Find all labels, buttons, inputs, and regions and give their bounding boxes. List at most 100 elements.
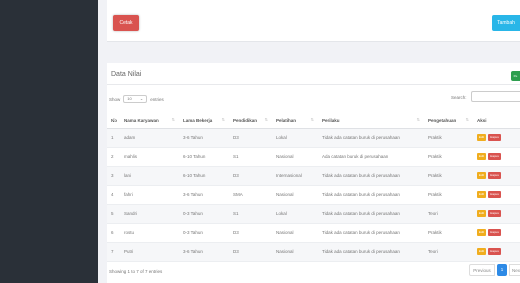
table-cell: 6-10 Tahun [179, 147, 229, 167]
column-header-label: Pelatihan [276, 117, 297, 123]
sort-icon: ⇅ [171, 117, 175, 122]
hapus-button[interactable]: Hapus [488, 134, 501, 141]
length-control: Show 10 ⌄ entries [109, 95, 164, 103]
table-cell: 5 [107, 204, 120, 224]
data-card: Data Nilai Pe Show 10 ⌄ entries Search: … [107, 63, 520, 283]
column-header[interactable]: Pengetahuan ⇅ [424, 113, 473, 129]
table-cell: Tidak ada catatan buruk di perusahaan [318, 242, 424, 262]
table-row: 7 Putri 3-6 Tahun D3 Nasional Tidak ada catat… [107, 242, 520, 262]
table-cell: Praktik [424, 166, 473, 186]
column-header[interactable]: Lama Bekerja ⇅ [179, 113, 229, 129]
table-cell: SMA [229, 185, 272, 205]
hapus-button[interactable]: Hapus [488, 210, 501, 217]
table-cell: Tidak ada catatan buruk di perusahaan [318, 204, 424, 224]
edit-button[interactable]: Edit [477, 229, 486, 236]
table-cell: Praktik [424, 147, 473, 167]
column-header[interactable]: Pendidikan ⇅ [229, 113, 272, 129]
table-row: 3 lani 6-10 Tahun D3 Internasional Tidak ada … [107, 166, 520, 186]
table-cell: Lokal [272, 204, 318, 224]
table-cell: D3 [229, 242, 272, 262]
table-cell: 4 [107, 185, 120, 205]
table-cell: Ada catatan buruk di perusahaan [318, 147, 424, 167]
table-header-row: No ⇅ Nama Karyawan ⇅ Lama Bekerja ⇅ Pendidikan… [107, 113, 520, 129]
table-cell: Tidak ada catatan buruk di perusahaan [318, 223, 424, 243]
top-toolbar: Cetak Tambah [107, 0, 520, 42]
table-cell: 0-3 Tahun [179, 204, 229, 224]
table-row: 1 adam 3-6 Tahun D3 Lokal Tidak ada catatan b… [107, 128, 520, 148]
table-cell: Nasional [272, 185, 318, 205]
table-cell: Teori [424, 242, 473, 262]
actions-cell: Edit Hapus [473, 166, 520, 186]
actions-cell: Edit Hapus [473, 128, 520, 148]
edit-button[interactable]: Edit [477, 248, 486, 255]
table-info: Showing 1 to 7 of 7 entries [109, 269, 163, 274]
sort-icon: ⇅ [221, 117, 225, 122]
table-cell: 1 [107, 128, 120, 148]
column-header-label: Nama Karyawan [124, 117, 159, 123]
table-cell: D3 [229, 166, 272, 186]
table-cell: 3-6 Tahun [179, 242, 229, 262]
table-cell: S1 [229, 204, 272, 224]
hapus-button[interactable]: Hapus [488, 248, 501, 255]
chevron-down-icon: ⌄ [139, 96, 144, 101]
table-cell: mahlis [120, 147, 179, 167]
table-cell: Lokal [272, 128, 318, 148]
sidebar [0, 0, 98, 283]
sort-icon: ⇅ [264, 117, 268, 122]
search-input[interactable] [471, 91, 520, 102]
column-header-label: Perilaku [322, 117, 340, 123]
column-header[interactable]: Aksi [473, 113, 520, 129]
green-action-button[interactable]: Pe [511, 71, 520, 81]
cetak-button[interactable]: Cetak [113, 15, 139, 31]
entries-select-value: 10 [127, 96, 132, 101]
edit-button[interactable]: Edit [477, 134, 486, 141]
table-row: 5 Sandri 0-3 Tahun S1 Lokal Tidak ada catatan… [107, 204, 520, 224]
divider [107, 84, 520, 85]
table-cell: 6 [107, 223, 120, 243]
previous-page-button[interactable]: Previous [469, 264, 495, 276]
table-cell: Sandri [120, 204, 179, 224]
table-row: 4 fahri 3-6 Tahun SMA Nasional Tidak ada cata… [107, 185, 520, 205]
table-cell: 2 [107, 147, 120, 167]
tambah-button[interactable]: Tambah [492, 15, 520, 31]
edit-button[interactable]: Edit [477, 172, 486, 179]
table-body: 1 adam 3-6 Tahun D3 Lokal Tidak ada catatan b… [107, 128, 520, 262]
entries-select[interactable]: 10 ⌄ [123, 95, 148, 103]
edit-button[interactable]: Edit [477, 153, 486, 160]
show-label: Show [109, 96, 121, 102]
actions-cell: Edit Hapus [473, 147, 520, 167]
next-page-button[interactable]: Next [509, 264, 520, 276]
page-1-button[interactable]: 1 [497, 264, 507, 276]
column-header[interactable]: No ⇅ [107, 113, 120, 129]
column-header[interactable]: Pelatihan ⇅ [272, 113, 318, 129]
table-cell: D3 [229, 223, 272, 243]
hapus-button[interactable]: Hapus [488, 229, 501, 236]
actions-cell: Edit Hapus [473, 223, 520, 243]
table-cell: 0-3 Tahun [179, 223, 229, 243]
actions-cell: Edit Hapus [473, 185, 520, 205]
edit-button[interactable]: Edit [477, 191, 486, 198]
hapus-button[interactable]: Hapus [488, 153, 501, 160]
sort-icon: ⇅ [416, 117, 420, 122]
column-header[interactable]: Nama Karyawan ⇅ [120, 113, 179, 129]
actions-cell: Edit Hapus [473, 242, 520, 262]
table-cell: Nasional [272, 242, 318, 262]
table-cell: 3-6 Tahun [179, 128, 229, 148]
hapus-button[interactable]: Hapus [488, 191, 501, 198]
edit-button[interactable]: Edit [477, 210, 486, 217]
pagination: Previous 1 Next [469, 264, 520, 276]
table-cell: Tidak ada catatan buruk di perusahaan [318, 185, 424, 205]
entries-label: entries [150, 96, 164, 102]
table-cell: Praktik [424, 185, 473, 205]
actions-cell: Edit Hapus [473, 204, 520, 224]
table-cell: lani [120, 166, 179, 186]
table-cell: Praktik [424, 128, 473, 148]
table-row: 2 mahlis 6-10 Tahun S1 Nasional Ada catatan b… [107, 147, 520, 167]
sort-icon: ⇅ [112, 117, 116, 122]
column-header[interactable]: Perilaku ⇅ [318, 113, 424, 129]
table-cell: Praktik [424, 223, 473, 243]
table-cell: Tidak ada catatan buruk di perusahaan [318, 166, 424, 186]
table-cell: Putri [120, 242, 179, 262]
hapus-button[interactable]: Hapus [488, 172, 501, 179]
column-header-label: Pendidikan [233, 117, 258, 123]
